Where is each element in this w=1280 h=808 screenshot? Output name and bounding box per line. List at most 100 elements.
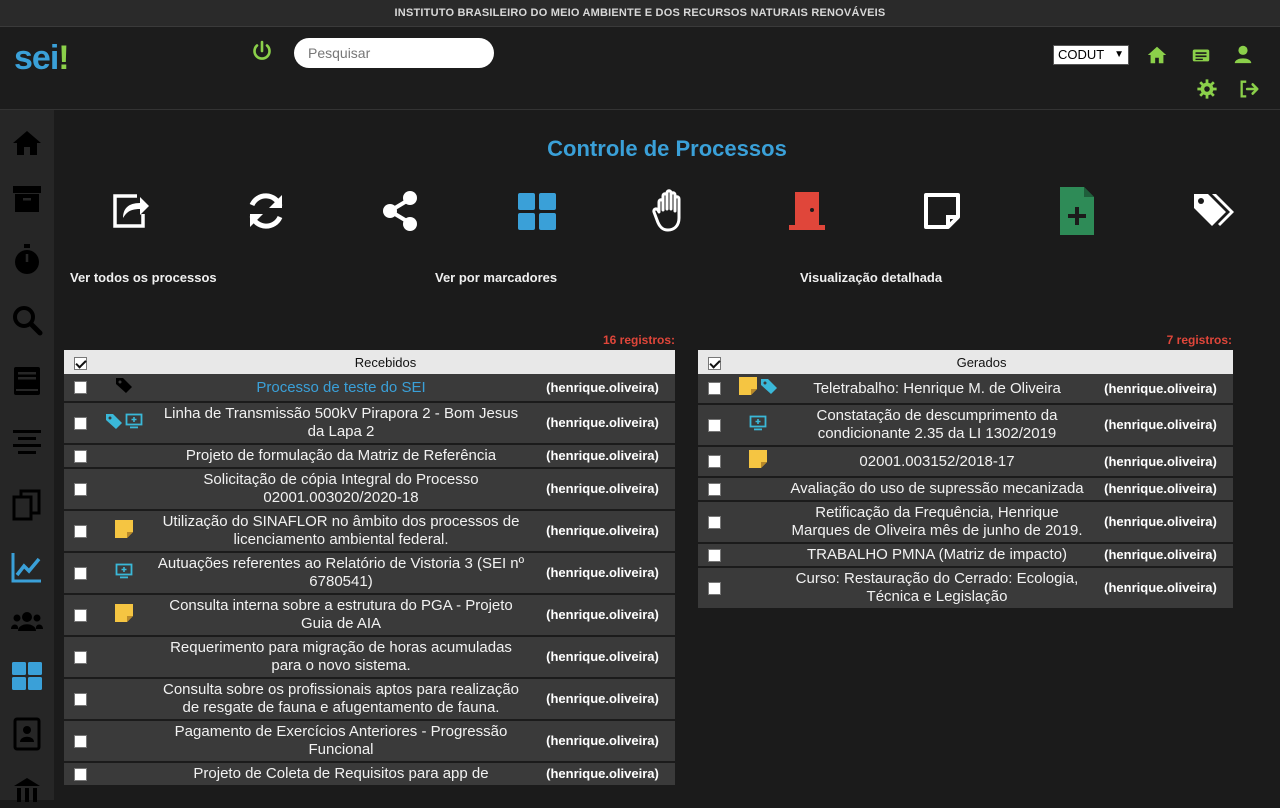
refresh-icon[interactable] <box>243 188 289 234</box>
stopwatch-icon[interactable] <box>10 242 44 276</box>
process-title-link[interactable]: Consulta sobre os profissionais aptos pa… <box>152 678 530 721</box>
new-doc-icon[interactable] <box>1054 185 1100 237</box>
process-title-link[interactable]: Projeto de Coleta de Requisitos para app… <box>152 762 530 787</box>
select-all-checkbox[interactable] <box>707 356 721 370</box>
table-row[interactable]: Avaliação do uso de supressão mecanizada… <box>698 477 1234 502</box>
row-checkbox[interactable] <box>73 608 87 622</box>
filter-markers-link[interactable]: Ver por marcadores <box>435 270 557 285</box>
table-row[interactable]: Pagamento de Exercícios Anteriores - Pro… <box>64 720 676 763</box>
row-checkbox[interactable] <box>73 692 87 706</box>
align-icon[interactable] <box>10 425 44 459</box>
building-icon[interactable] <box>10 774 44 808</box>
users-icon[interactable] <box>10 604 44 638</box>
table-row[interactable]: Autuações referentes ao Relatório de Vis… <box>64 552 676 595</box>
sei-logo[interactable]: sei! <box>14 39 70 78</box>
copy-icon[interactable] <box>10 488 44 522</box>
select-all-received[interactable] <box>64 350 96 374</box>
filter-detailed-link[interactable]: Visualização detalhada <box>800 270 942 285</box>
process-title-link[interactable]: Linha de Transmissão 500kV Pirapora 2 - … <box>152 402 530 445</box>
row-checkbox[interactable] <box>73 650 87 664</box>
process-title-link[interactable]: Autuações referentes ao Relatório de Vis… <box>152 552 530 595</box>
process-title-link[interactable]: Requerimento para migração de horas acum… <box>152 636 530 679</box>
home-icon[interactable] <box>10 126 44 160</box>
process-title-link[interactable]: Retificação da Frequência, Henrique Marq… <box>786 501 1088 544</box>
monitor-icon[interactable] <box>125 412 143 435</box>
grid-icon[interactable] <box>10 659 44 693</box>
process-title-link[interactable]: TRABALHO PMNA (Matriz de impacto) <box>786 543 1088 568</box>
process-title-link[interactable]: Avaliação do uso de supressão mecanizada <box>786 477 1088 502</box>
table-row[interactable]: Curso: Restauração do Cerrado: Ecologia,… <box>698 567 1234 610</box>
process-title-link[interactable]: Constatação de descumprimento da condici… <box>786 404 1088 447</box>
contacts-icon[interactable] <box>10 717 44 751</box>
table-row[interactable]: Teletrabalho: Henrique M. de Oliveira (he… <box>698 374 1234 405</box>
row-checkbox[interactable] <box>73 734 87 748</box>
row-checkbox[interactable] <box>73 566 87 580</box>
table-row[interactable]: Processo de teste do SEI (henrique.olivei… <box>64 374 676 403</box>
table-row[interactable]: TRABALHO PMNA (Matriz de impacto) (henriq… <box>698 543 1234 568</box>
tags-icon[interactable] <box>1190 188 1236 234</box>
process-title-link[interactable]: Solicitação de cópia Integral do Process… <box>152 468 530 511</box>
process-title-link[interactable]: Teletrabalho: Henrique M. de Oliveira <box>786 374 1088 405</box>
tag-icon[interactable] <box>115 376 133 399</box>
row-checkbox[interactable] <box>73 767 87 781</box>
user-icon[interactable] <box>1232 43 1254 65</box>
row-checkbox[interactable] <box>707 455 721 469</box>
process-title-link[interactable]: Consulta interna sobre a estrutura do PG… <box>152 594 530 637</box>
table-row[interactable]: Projeto de formulação da Matriz de Refer… <box>64 444 676 469</box>
table-row[interactable]: Consulta interna sobre a estrutura do PG… <box>64 594 676 637</box>
unit-select[interactable]: CODUT ▼ <box>1053 45 1129 65</box>
table-row[interactable]: Retificação da Frequência, Henrique Marq… <box>698 501 1234 544</box>
row-checkbox[interactable] <box>73 449 87 463</box>
logout-icon[interactable] <box>1238 78 1260 100</box>
search-icon[interactable] <box>10 303 44 337</box>
book-icon[interactable] <box>10 364 44 398</box>
row-checkbox[interactable] <box>707 482 721 496</box>
filter-all-link[interactable]: Ver todos os processos <box>70 270 217 285</box>
row-checkbox[interactable] <box>707 418 721 432</box>
note-icon[interactable] <box>919 188 965 234</box>
row-checkbox[interactable] <box>73 524 87 538</box>
process-title-link[interactable]: 02001.003152/2018-17 <box>786 446 1088 478</box>
row-checkbox[interactable] <box>73 381 87 395</box>
table-row[interactable]: Projeto de Coleta de Requisitos para app… <box>64 762 676 787</box>
table-row[interactable]: Solicitação de cópia Integral do Process… <box>64 468 676 511</box>
share-out-icon[interactable] <box>107 188 153 234</box>
table-row[interactable]: Linha de Transmissão 500kV Pirapora 2 - … <box>64 402 676 445</box>
row-checkbox[interactable] <box>707 581 721 595</box>
note-icon[interactable] <box>114 519 134 544</box>
tag-icon[interactable] <box>760 377 778 400</box>
search-input[interactable] <box>294 38 494 68</box>
list-icon[interactable] <box>1190 44 1212 66</box>
hand-icon[interactable] <box>649 188 695 234</box>
share-nodes-icon[interactable] <box>378 188 424 234</box>
row-checkbox[interactable] <box>707 515 721 529</box>
process-title-link[interactable]: Processo de teste do SEI <box>152 374 530 403</box>
process-title-link[interactable]: Utilização do SINAFLOR no âmbito dos pro… <box>152 510 530 553</box>
table-row[interactable]: Consulta sobre os profissionais aptos pa… <box>64 678 676 721</box>
table-row[interactable]: Requerimento para migração de horas acum… <box>64 636 676 679</box>
tag-icon[interactable] <box>105 412 123 435</box>
door-icon[interactable] <box>784 188 830 234</box>
process-title-link[interactable]: Curso: Restauração do Cerrado: Ecologia,… <box>786 567 1088 610</box>
row-checkbox[interactable] <box>73 416 87 430</box>
note-icon[interactable] <box>114 603 134 628</box>
table-row[interactable]: Constatação de descumprimento da condici… <box>698 404 1234 447</box>
monitor-icon[interactable] <box>749 414 767 437</box>
note-icon[interactable] <box>738 376 758 401</box>
monitor-icon[interactable] <box>115 562 133 585</box>
select-all-generated[interactable] <box>698 350 730 374</box>
table-row[interactable]: 02001.003152/2018-17 (henrique.oliveira) <box>698 446 1234 478</box>
row-checkbox[interactable] <box>73 482 87 496</box>
panels-icon[interactable] <box>514 188 560 234</box>
select-all-checkbox[interactable] <box>73 356 87 370</box>
archive-icon[interactable] <box>10 182 44 216</box>
process-title-link[interactable]: Projeto de formulação da Matriz de Refer… <box>152 444 530 469</box>
gear-icon[interactable] <box>1196 78 1218 100</box>
row-checkbox[interactable] <box>707 382 721 396</box>
power-icon[interactable] <box>250 39 274 63</box>
row-checkbox[interactable] <box>707 548 721 562</box>
table-row[interactable]: Utilização do SINAFLOR no âmbito dos pro… <box>64 510 676 553</box>
process-title-link[interactable]: Pagamento de Exercícios Anteriores - Pro… <box>152 720 530 763</box>
chart-icon[interactable] <box>10 550 44 584</box>
home-icon[interactable] <box>1146 44 1168 66</box>
